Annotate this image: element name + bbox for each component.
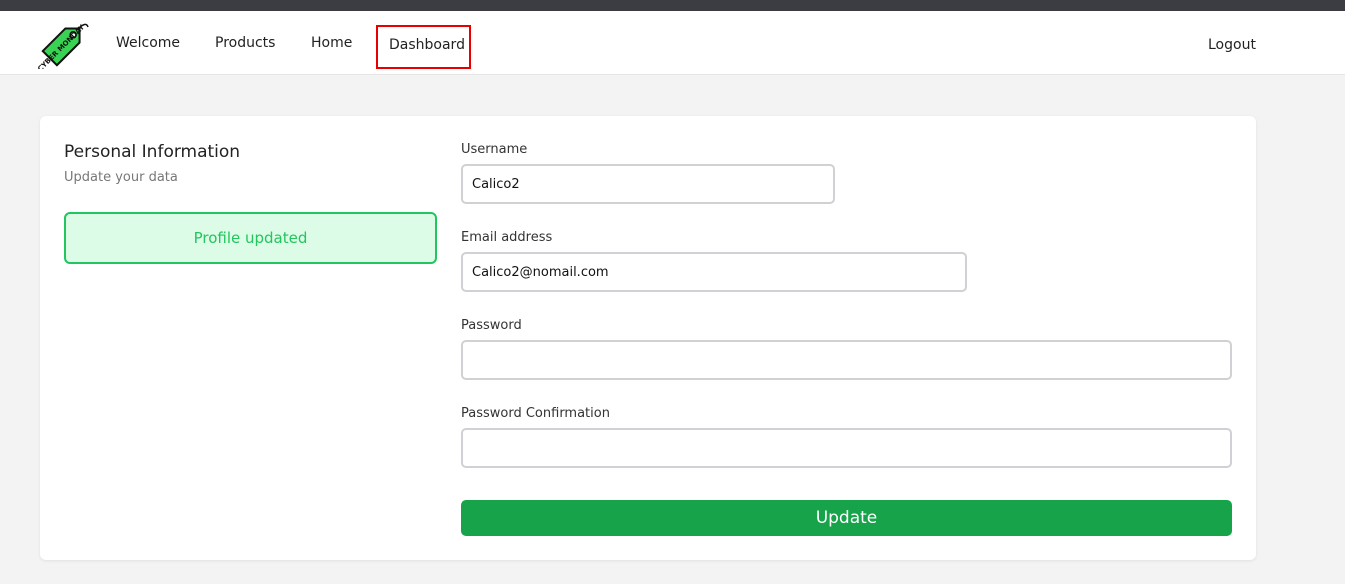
update-button[interactable]: Update <box>461 500 1232 536</box>
password-label: Password <box>461 318 522 333</box>
logout-link[interactable]: Logout <box>1208 37 1256 53</box>
nav-link-dashboard[interactable]: Dashboard <box>376 25 471 69</box>
section-title: Personal Information <box>64 142 241 162</box>
password-input[interactable] <box>461 340 1232 380</box>
profile-card: Personal Information Update your data Pr… <box>40 116 1256 560</box>
nav-link-products[interactable]: Products <box>215 35 275 51</box>
success-alert: Profile updated <box>64 212 437 264</box>
password-confirmation-input[interactable] <box>461 428 1232 468</box>
nav-link-home[interactable]: Home <box>311 35 352 51</box>
cyber-monday-tag-logo[interactable]: CYBER MONDAY <box>38 19 90 69</box>
username-input[interactable] <box>461 164 835 204</box>
password-confirmation-label: Password Confirmation <box>461 406 610 421</box>
browser-top-strip <box>0 0 1345 11</box>
email-label: Email address <box>461 230 553 245</box>
username-label: Username <box>461 142 528 157</box>
email-input[interactable] <box>461 252 967 292</box>
logo-text: CYBER MONDAY <box>38 23 87 69</box>
top-navbar: CYBER MONDAY Welcome Products Home Dashb… <box>0 11 1345 75</box>
section-subtitle: Update your data <box>64 170 178 185</box>
nav-link-welcome[interactable]: Welcome <box>116 35 180 51</box>
